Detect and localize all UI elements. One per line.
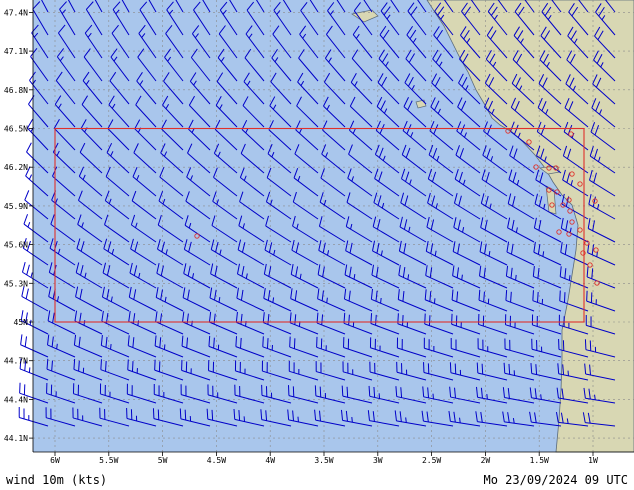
lon-tick-label: 3W [373, 456, 383, 465]
variable-label: wind 10m (kts) [6, 473, 108, 487]
lat-tick-label: 44.4N [4, 395, 28, 404]
lat-tick-label: 44.1N [4, 434, 28, 443]
lat-tick-label: 45N [14, 318, 29, 327]
lat-tick-label: 44.7N [4, 357, 28, 366]
lat-tick-label: 47.1N [4, 47, 28, 56]
lat-tick-label: 45.6N [4, 241, 28, 250]
lon-tick-label: 1.5W [530, 456, 549, 465]
lat-tick-label: 46.8N [4, 86, 28, 95]
lon-tick-label: 2W [481, 456, 491, 465]
lat-tick-label: 47.4N [4, 8, 28, 17]
lat-tick-label: 46.2N [4, 163, 28, 172]
lon-tick-label: 5W [158, 456, 168, 465]
lon-tick-label: 5.5W [99, 456, 118, 465]
lat-tick-label: 45.9N [4, 202, 28, 211]
wind-map: 47.4N 47.1N 46.8N 46.5N 46.2N 45.9N 45.6N 45.3N… [4, 0, 634, 465]
lon-tick-label: 4W [265, 456, 275, 465]
lon-tick-label: 3.5W [314, 456, 333, 465]
lat-tick-label: 46.5N [4, 125, 28, 134]
lon-tick-label: 4.5W [207, 456, 226, 465]
lon-tick-label: 2.5W [422, 456, 441, 465]
lon-tick-label: 6W [50, 456, 60, 465]
lat-tick-label: 45.3N [4, 279, 28, 288]
lon-tick-label: 1W [588, 456, 598, 465]
timestamp-label: Mo 23/09/2024 09 UTC [483, 473, 629, 487]
